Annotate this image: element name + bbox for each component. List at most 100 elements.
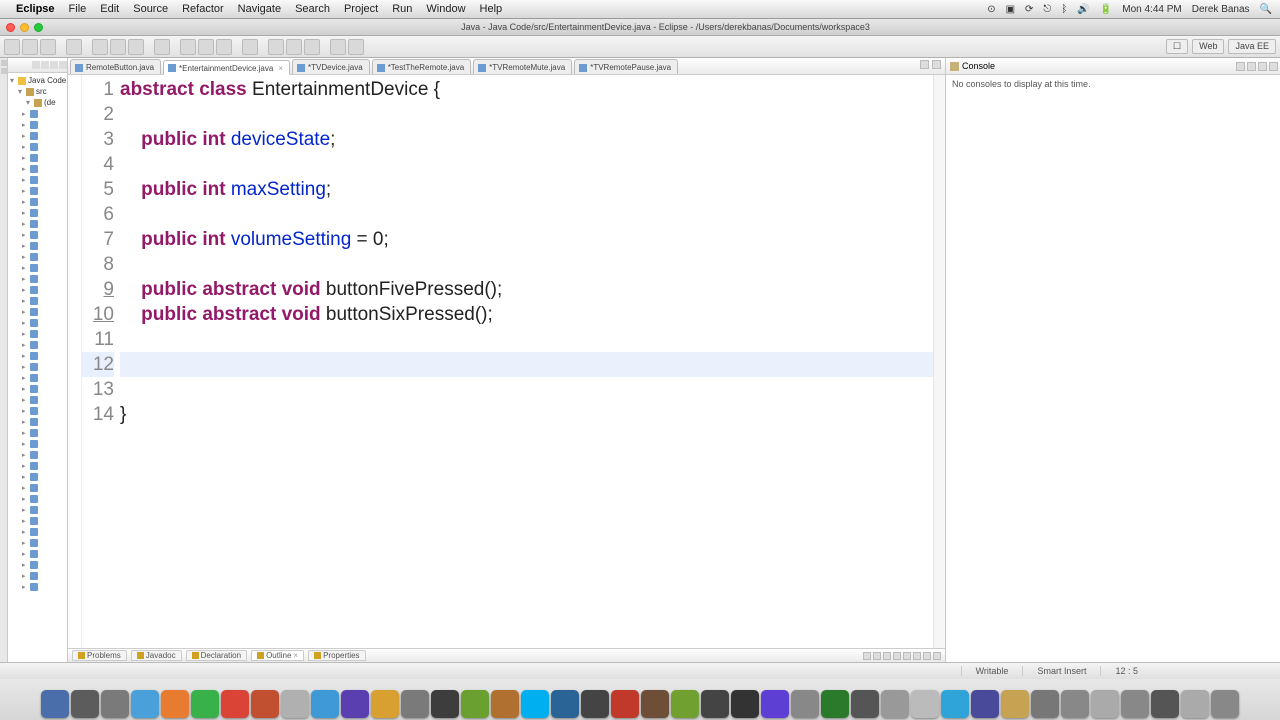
forward-button[interactable] (348, 39, 364, 55)
dock-app-icon[interactable] (311, 690, 339, 718)
tree-file-node[interactable]: ▸ (8, 383, 67, 394)
new-button[interactable] (4, 39, 20, 55)
toolbar-button[interactable] (128, 39, 144, 55)
user-name[interactable]: Derek Banas (1192, 4, 1250, 15)
dock-app-icon[interactable] (551, 690, 579, 718)
run-button[interactable] (110, 39, 126, 55)
tree-file-node[interactable]: ▸ (8, 185, 67, 196)
tree-file-node[interactable]: ▸ (8, 240, 67, 251)
view-toolbar-button[interactable] (883, 652, 891, 660)
dock-app-icon[interactable] (1181, 690, 1209, 718)
tree-file-node[interactable]: ▸ (8, 482, 67, 493)
dock-app-icon[interactable] (71, 690, 99, 718)
tree-file-node[interactable]: ▸ (8, 119, 67, 130)
dock-app-icon[interactable] (671, 690, 699, 718)
dock-app-icon[interactable] (941, 690, 969, 718)
tree-file-node[interactable]: ▸ (8, 141, 67, 152)
menu-file[interactable]: File (69, 3, 87, 15)
toolbar-button[interactable] (154, 39, 170, 55)
menu-help[interactable]: Help (480, 3, 503, 15)
editor-tab[interactable]: *TVRemotePause.java (574, 59, 678, 74)
perspective-web[interactable]: Web (1192, 39, 1224, 54)
editor-tab[interactable]: *TVDevice.java (292, 59, 370, 74)
dock-app-icon[interactable] (401, 690, 429, 718)
dock-app-icon[interactable] (731, 690, 759, 718)
tree-file-node[interactable]: ▸ (8, 372, 67, 383)
menu-navigate[interactable]: Navigate (238, 3, 281, 15)
wifi-icon[interactable]: ⎋ (1043, 4, 1051, 15)
tree-file-node[interactable]: ▸ (8, 416, 67, 427)
menu-project[interactable]: Project (344, 3, 378, 15)
dock-app-icon[interactable] (101, 690, 129, 718)
tree-file-node[interactable]: ▸ (8, 295, 67, 306)
minimize-window-button[interactable] (20, 23, 29, 32)
dock-app-icon[interactable] (161, 690, 189, 718)
minimize-view-icon[interactable] (1, 60, 7, 66)
dock-app-icon[interactable] (911, 690, 939, 718)
dock-app-icon[interactable] (1121, 690, 1149, 718)
tree-file-node[interactable]: ▸ (8, 504, 67, 515)
restore-view-icon[interactable] (1, 68, 7, 74)
app-name[interactable]: Eclipse (16, 3, 55, 15)
console-toolbar-button[interactable] (1247, 62, 1256, 71)
tree-file-node[interactable]: ▸ (8, 251, 67, 262)
toolbar-button[interactable] (304, 39, 320, 55)
save-button[interactable] (22, 39, 38, 55)
menubar-icon[interactable]: ⟳ (1025, 4, 1033, 15)
toolbar-button[interactable] (66, 39, 82, 55)
open-type-button[interactable] (242, 39, 258, 55)
dock-app-icon[interactable] (701, 690, 729, 718)
menu-edit[interactable]: Edit (100, 3, 119, 15)
battery-icon[interactable]: 🔋 (1100, 4, 1112, 15)
view-toolbar-button[interactable] (893, 652, 901, 660)
tree-file-node[interactable]: ▸ (8, 548, 67, 559)
tree-file-node[interactable]: ▸ (8, 526, 67, 537)
marker-bar[interactable] (68, 75, 82, 648)
line-number-ruler[interactable]: 1234567891011121314 (82, 75, 120, 648)
clock[interactable]: Mon 4:44 PM (1122, 4, 1181, 15)
view-tab-problems[interactable]: Problems (72, 650, 127, 661)
view-toolbar-button[interactable] (913, 652, 921, 660)
perspective-javaee[interactable]: Java EE (1228, 39, 1276, 54)
minimize-view-icon[interactable] (923, 652, 931, 660)
tree-file-node[interactable]: ▸ (8, 394, 67, 405)
dock-app-icon[interactable] (281, 690, 309, 718)
tree-file-node[interactable]: ▸ (8, 570, 67, 581)
tree-file-node[interactable]: ▸ (8, 229, 67, 240)
search-button[interactable] (268, 39, 284, 55)
menu-search[interactable]: Search (295, 3, 330, 15)
tree-file-node[interactable]: ▸ (8, 108, 67, 119)
dock-app-icon[interactable] (251, 690, 279, 718)
editor-tab[interactable]: RemoteButton.java (70, 59, 161, 74)
tree-file-node[interactable]: ▸ (8, 361, 67, 372)
open-perspective-button[interactable]: ☐ (1166, 39, 1188, 54)
close-window-button[interactable] (6, 23, 15, 32)
tree-file-node[interactable]: ▸ (8, 163, 67, 174)
menubar-icon[interactable]: ⊙ (987, 4, 995, 15)
tree-file-node[interactable]: ▸ (8, 339, 67, 350)
dock-app-icon[interactable] (581, 690, 609, 718)
editor-tab[interactable]: *TVRemoteMute.java (473, 59, 572, 74)
editor-tab[interactable]: *EntertainmentDevice.java× (163, 60, 290, 75)
tree-file-node[interactable]: ▸ (8, 317, 67, 328)
maximize-editor-icon[interactable] (932, 60, 941, 69)
tree-file-node[interactable]: ▸ (8, 273, 67, 284)
dock-app-icon[interactable] (791, 690, 819, 718)
view-tab-outline[interactable]: Outline × (251, 650, 304, 661)
tree-file-node[interactable]: ▸ (8, 471, 67, 482)
tree-file-node[interactable]: ▸ (8, 449, 67, 460)
tree-file-node[interactable]: ▸ (8, 350, 67, 361)
tree-file-node[interactable]: ▸ (8, 196, 67, 207)
menu-run[interactable]: Run (392, 3, 412, 15)
view-toolbar-button[interactable] (863, 652, 871, 660)
maximize-view-icon[interactable] (933, 652, 941, 660)
dock-app-icon[interactable] (761, 690, 789, 718)
save-all-button[interactable] (40, 39, 56, 55)
dock-app-icon[interactable] (431, 690, 459, 718)
tree-file-node[interactable]: ▸ (8, 515, 67, 526)
tree-file-node[interactable]: ▸ (8, 460, 67, 471)
dock-app-icon[interactable] (1211, 690, 1239, 718)
tree-file-node[interactable]: ▸ (8, 581, 67, 592)
package-explorer[interactable]: ▾Java Code ▾src ▾(de ▸▸▸▸▸▸▸▸▸▸▸▸▸▸▸▸▸▸▸… (8, 58, 68, 662)
dock-app-icon[interactable] (41, 690, 69, 718)
